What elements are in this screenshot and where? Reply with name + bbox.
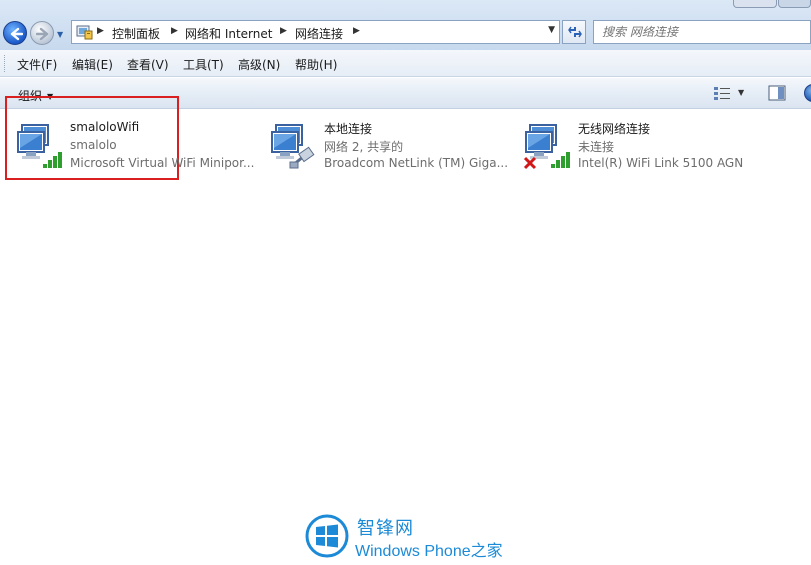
breadcrumb-network-connections[interactable]: 网络连接 bbox=[295, 25, 343, 42]
menu-advanced[interactable]: 高级(N) bbox=[238, 56, 280, 73]
menu-grip bbox=[4, 55, 7, 72]
connection-name: smaloloWifi bbox=[70, 120, 140, 134]
menu-help[interactable]: 帮助(H) bbox=[295, 56, 337, 73]
address-history-dropdown-icon[interactable]: ▼ bbox=[548, 25, 555, 35]
menu-file[interactable]: 文件(F) bbox=[17, 56, 57, 73]
breadcrumb-network-internet[interactable]: 网络和 Internet bbox=[185, 25, 272, 42]
change-view-icon[interactable] bbox=[713, 85, 733, 101]
menu-view[interactable]: 查看(V) bbox=[127, 56, 169, 73]
control-panel-icon bbox=[76, 25, 93, 40]
wireless-network-icon bbox=[17, 124, 62, 168]
refresh-icon bbox=[568, 26, 582, 38]
recent-pages-dropdown-icon[interactable]: ▼ bbox=[57, 30, 65, 39]
menu-bar: 文件(F) 编辑(E) 查看(V) 工具(T) 高级(N) 帮助(H) bbox=[0, 50, 811, 77]
address-bar[interactable]: ▶ 控制面板 ▶ 网络和 Internet ▶ 网络连接 ▶ ▼ bbox=[71, 20, 560, 44]
connection-item-local-area[interactable]: 本地连接 网络 2, 共享的 Broadcom NetLink (TM) Gig… bbox=[270, 118, 520, 178]
breadcrumb-separator-icon[interactable]: ▶ bbox=[353, 26, 360, 36]
connection-status: smalolo bbox=[70, 138, 117, 152]
breadcrumb-separator-icon[interactable]: ▶ bbox=[97, 26, 104, 36]
minimize-button[interactable] bbox=[733, 0, 777, 8]
connection-item-wireless[interactable]: 无线网络连接 未连接 Intel(R) WiFi Link 5100 AGN bbox=[524, 118, 774, 178]
menu-edit[interactable]: 编辑(E) bbox=[72, 56, 113, 73]
connection-device: Microsoft Virtual WiFi Minipor... bbox=[70, 156, 255, 170]
preview-pane-icon[interactable] bbox=[768, 85, 786, 101]
navigation-bar: ▼ ▶ 控制面板 ▶ 网络和 Internet ▶ 网络连接 ▶ ▼ bbox=[0, 0, 811, 50]
connection-status: 网络 2, 共享的 bbox=[324, 140, 404, 154]
connection-status: 未连接 bbox=[578, 140, 615, 154]
wireless-disconnected-icon bbox=[524, 124, 570, 170]
watermark: 智锋网 Windows Phone之家 bbox=[305, 514, 515, 560]
connection-device: Broadcom NetLink (TM) Giga... bbox=[324, 156, 509, 170]
help-icon[interactable] bbox=[804, 84, 811, 102]
search-input[interactable] bbox=[602, 24, 802, 40]
breadcrumb-control-panel[interactable]: 控制面板 bbox=[112, 25, 160, 42]
breadcrumb-separator-icon[interactable]: ▶ bbox=[171, 26, 178, 36]
breadcrumb-separator-icon[interactable]: ▶ bbox=[280, 26, 287, 36]
search-box[interactable] bbox=[593, 20, 811, 44]
refresh-button[interactable] bbox=[562, 20, 586, 44]
connection-item-smalolowifi[interactable]: smaloloWifi smalolo Microsoft Virtual Wi… bbox=[16, 118, 266, 178]
view-options-dropdown-icon[interactable]: ▼ bbox=[738, 88, 744, 97]
windows-logo-icon bbox=[305, 514, 349, 558]
forward-button[interactable] bbox=[30, 21, 54, 45]
watermark-subtitle: Windows Phone之家 bbox=[355, 543, 503, 560]
connections-list: smaloloWifi smalolo Microsoft Virtual Wi… bbox=[0, 96, 811, 565]
connection-device: Intel(R) WiFi Link 5100 AGN bbox=[578, 156, 744, 170]
connection-name: 无线网络连接 bbox=[578, 122, 651, 136]
menu-tools[interactable]: 工具(T) bbox=[183, 56, 224, 73]
close-button[interactable] bbox=[778, 0, 811, 8]
arrow-left-icon bbox=[10, 27, 23, 41]
connection-name: 本地连接 bbox=[324, 122, 373, 136]
wired-network-icon bbox=[271, 124, 315, 169]
arrow-right-icon bbox=[36, 27, 49, 41]
back-button[interactable] bbox=[3, 21, 27, 45]
